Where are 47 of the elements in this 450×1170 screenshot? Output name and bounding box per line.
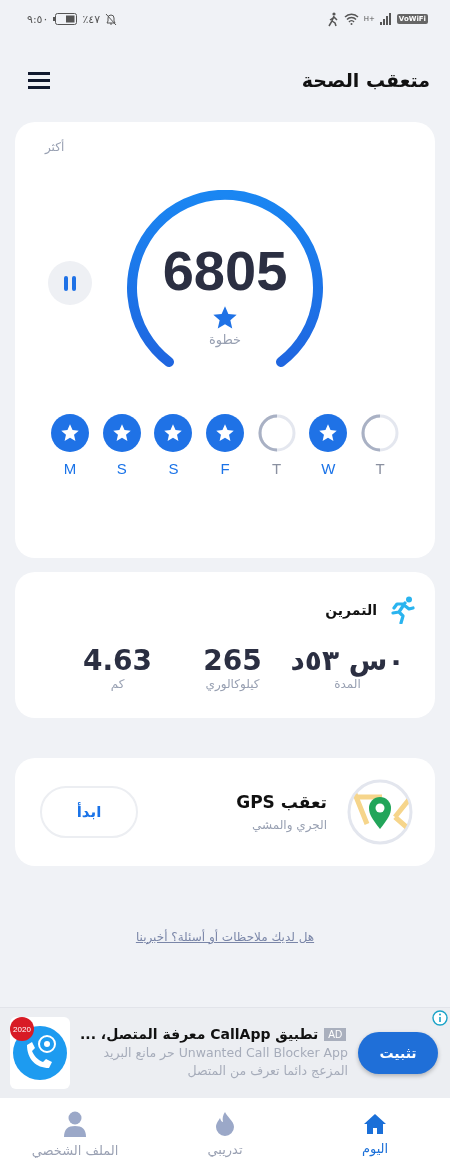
battery-level: ٪٤٧ xyxy=(82,12,101,26)
home-icon xyxy=(363,1113,387,1135)
person-icon xyxy=(64,1111,86,1137)
feedback-link[interactable]: هل لديك ملاحظات أو أسئلة؟ أخبرينا xyxy=(135,929,315,944)
signal-icon xyxy=(379,13,392,25)
clock: ٩:٥٠ xyxy=(27,12,49,26)
stat-value: 4.63 xyxy=(82,644,153,677)
gps-subtitle: الجري والمشي xyxy=(252,818,327,832)
ad-label: AD xyxy=(324,1027,347,1041)
flame-icon xyxy=(216,1112,234,1136)
walking-icon xyxy=(327,11,339,27)
ad-description: Unwanted Call Blocker App حر مانع البريد المزعج دائما تعرف من المتصل xyxy=(102,1044,348,1080)
start-button[interactable]: ابدأ xyxy=(40,786,138,838)
stat-label: المدة xyxy=(334,677,361,691)
stat-value: ٠س ٥٣د xyxy=(290,644,405,677)
gps-title: تعقب GPS xyxy=(236,792,327,812)
day-label: T xyxy=(272,460,282,477)
app-title: متعقب الصحة xyxy=(301,69,430,91)
day-label: T xyxy=(375,460,385,477)
more-link[interactable]: أكثر xyxy=(45,140,65,154)
nav-tab[interactable]: اليوم xyxy=(300,1098,450,1170)
day-label: S xyxy=(168,460,179,477)
nav-tab[interactable]: الملف الشخصي xyxy=(0,1098,150,1170)
step-count: 6805 xyxy=(162,238,288,304)
steps-unit: خطوة xyxy=(208,332,242,347)
nav-tab[interactable]: تدريبي xyxy=(150,1098,300,1170)
phone-icon xyxy=(12,1025,68,1081)
menu-icon[interactable] xyxy=(28,71,50,89)
day-label: W xyxy=(321,460,336,477)
map-pin-icon xyxy=(347,779,413,845)
info-icon[interactable] xyxy=(432,1010,448,1026)
day-label: S xyxy=(116,460,127,477)
stat-label: كم xyxy=(110,677,125,691)
workout-title: التمرين xyxy=(325,602,377,618)
stat-label: كيلوكالوري xyxy=(205,677,260,691)
pause-button[interactable] xyxy=(48,261,92,305)
battery-icon xyxy=(53,13,78,25)
runner-icon xyxy=(389,596,415,624)
day-label: M xyxy=(63,460,77,477)
ad-title: تطبيق CallApp معرفة المتصل، ... xyxy=(80,1026,319,1042)
pause-icon xyxy=(64,275,76,291)
wifi-icon xyxy=(343,13,359,25)
day-label: F xyxy=(220,460,230,477)
bell-off-icon xyxy=(105,12,118,26)
year-badge: 2020 xyxy=(10,1017,34,1041)
stat-value: 265 xyxy=(203,644,262,677)
install-button[interactable]: تثبيت xyxy=(358,1032,438,1074)
